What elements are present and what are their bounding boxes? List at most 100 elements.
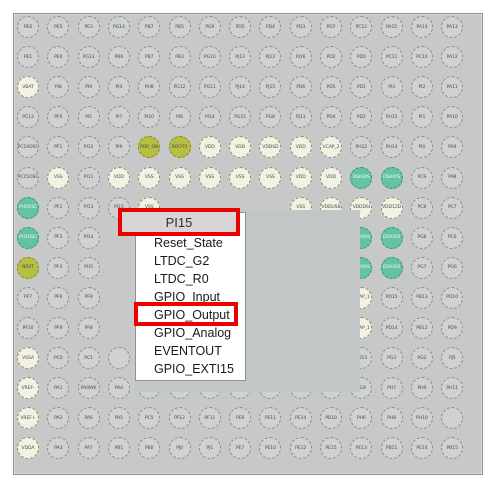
pin-ph5[interactable]: PH5 xyxy=(77,256,100,279)
pin-pb0[interactable]: PB0 xyxy=(138,437,161,460)
pin-pd4[interactable]: PD4 xyxy=(320,106,342,129)
pin-pg14[interactable]: PG14 xyxy=(107,16,130,38)
menu-item-gpio-exti15[interactable]: GPIO_EXTI15 xyxy=(154,361,234,377)
pin-pc11[interactable]: PC11 xyxy=(380,46,403,69)
pin-vref-[interactable]: VREF- xyxy=(17,377,39,400)
pin-pd2[interactable]: PD2 xyxy=(320,46,342,69)
pin-pa6[interactable]: PA6 xyxy=(77,407,100,430)
pin-pe15[interactable]: PE15 xyxy=(320,437,342,460)
pin-vss[interactable]: VSS xyxy=(168,166,191,189)
pin-pa5[interactable]: PA5 xyxy=(107,407,130,430)
pin-pi10[interactable]: PI10 xyxy=(138,106,161,129)
pin-pi1[interactable]: PI1 xyxy=(410,106,433,129)
pin-pi2[interactable]: PI2 xyxy=(410,76,433,99)
pin-pd3[interactable]: PD3 xyxy=(289,16,312,38)
pin-pd14[interactable]: PD14 xyxy=(380,317,403,339)
pin-pf10[interactable]: PF10 xyxy=(17,317,39,339)
pin-vcap-2[interactable]: VCAP_2 xyxy=(320,136,342,159)
pin-dsihos[interactable]: DSIHOS xyxy=(380,226,403,249)
pin-pb7[interactable]: PB7 xyxy=(138,16,161,38)
pin-pf11[interactable]: PF11 xyxy=(198,407,221,430)
pin-boot0[interactable]: BOOT0 xyxy=(168,136,191,159)
pin-pe9[interactable]: PE9 xyxy=(229,407,252,430)
pin-pf4[interactable]: PF4 xyxy=(47,256,70,279)
pin-pj0[interactable]: PJ0 xyxy=(168,437,191,460)
pin-pb10[interactable]: PB10 xyxy=(320,407,342,430)
pin-pf9[interactable]: PF9 xyxy=(77,286,100,309)
pin-pd15[interactable]: PD15 xyxy=(380,286,403,309)
pin-pj14[interactable]: PJ14 xyxy=(229,76,252,99)
pin-pe3[interactable]: PE3 xyxy=(77,16,100,38)
pin-dsihos[interactable]: DSIHOS xyxy=(380,256,403,279)
pin-pa14[interactable]: PA14 xyxy=(410,16,433,38)
pin-pj5[interactable]: PJ5 xyxy=(441,347,464,370)
pin-ph8[interactable]: PH8 xyxy=(380,407,403,430)
pin-blank[interactable] xyxy=(441,407,464,430)
pin-pc1[interactable]: PC1 xyxy=(77,347,100,370)
pin-pb1[interactable]: PB1 xyxy=(107,437,130,460)
pin-pi5[interactable]: PI5 xyxy=(77,106,100,129)
pin-vss[interactable]: VSS xyxy=(138,166,161,189)
pin-pf1[interactable]: PF1 xyxy=(47,136,70,159)
pin-pc5[interactable]: PC5 xyxy=(138,407,161,430)
pin-ph10[interactable]: PH10 xyxy=(410,407,433,430)
pin-pf3[interactable]: PF3 xyxy=(47,226,70,249)
pin-pf12[interactable]: PF12 xyxy=(168,407,191,430)
pin-vref-[interactable]: VREF+ xyxy=(17,407,39,430)
pin-pe7[interactable]: PE7 xyxy=(229,437,252,460)
pin-vbat[interactable]: VBAT xyxy=(17,76,39,99)
pin-pg9[interactable]: PG9 xyxy=(198,16,221,38)
pin-pd5[interactable]: PD5 xyxy=(229,16,252,38)
pin-vddsd[interactable]: VDDSD xyxy=(259,136,282,159)
pin-pd9[interactable]: PD9 xyxy=(441,317,464,339)
pin-pg12[interactable]: PG12 xyxy=(168,76,191,99)
pin-pi0[interactable]: PI0 xyxy=(410,136,433,159)
pin-pj12[interactable]: PJ12 xyxy=(259,46,282,69)
pin-nrst[interactable]: NRST xyxy=(17,256,39,279)
pin-pd5[interactable]: PD5 xyxy=(320,76,342,99)
pin-vss[interactable]: VSS xyxy=(198,166,221,189)
pin-pi6[interactable]: PI6 xyxy=(168,106,191,129)
pin-pi4[interactable]: PI4 xyxy=(107,76,130,99)
pin-pe13[interactable]: PE13 xyxy=(350,437,373,460)
pin-pi11[interactable]: PI11 xyxy=(77,166,100,189)
pin-ph15[interactable]: PH15 xyxy=(380,106,403,129)
pin-pi9[interactable]: PI9 xyxy=(77,76,100,99)
pin-pc15osc[interactable]: PC15OSC xyxy=(17,166,39,189)
menu-item-eventout[interactable]: EVENTOUT xyxy=(154,343,222,359)
pin-pg11[interactable]: PG11 xyxy=(198,76,221,99)
pin-pf2[interactable]: PF2 xyxy=(47,196,70,219)
pin-pa7[interactable]: PA7 xyxy=(77,437,100,460)
pin-pe1[interactable]: PE1 xyxy=(17,46,39,69)
pin-pe14[interactable]: PE14 xyxy=(410,437,433,460)
pin-pe6[interactable]: PE6 xyxy=(17,16,39,38)
pin-dsihos[interactable]: DSIHOS xyxy=(380,166,403,189)
pin-pa9[interactable]: PA9 xyxy=(441,136,464,159)
pin-pd0[interactable]: PD0 xyxy=(350,46,373,69)
pin-pc14osc[interactable]: PC14OSC xyxy=(17,136,39,159)
menu-item-reset-state[interactable]: Reset_State xyxy=(154,235,223,251)
pin-pg13[interactable]: PG13 xyxy=(77,46,100,69)
pin-vdd[interactable]: VDD xyxy=(289,166,312,189)
pin-ph0osc[interactable]: PH0OSC xyxy=(17,196,39,219)
pin-pc8[interactable]: PC8 xyxy=(410,196,433,219)
pin-pg2[interactable]: PG2 xyxy=(410,347,433,370)
pin-pg15[interactable]: PG15 xyxy=(229,106,252,129)
pin-pg8[interactable]: PG8 xyxy=(259,106,282,129)
pin-vdd[interactable]: VDD xyxy=(198,136,221,159)
pin-pe14[interactable]: PE14 xyxy=(289,407,312,430)
pin-pb7[interactable]: PB7 xyxy=(138,46,161,69)
pin-pg3[interactable]: PG3 xyxy=(380,347,403,370)
pin-pg10[interactable]: PG10 xyxy=(198,46,221,69)
pin-pb13[interactable]: PB13 xyxy=(410,286,433,309)
pin-vdd[interactable]: VDD xyxy=(229,136,252,159)
pin-pa15[interactable]: PA15 xyxy=(380,16,403,38)
pin-pb15[interactable]: PB15 xyxy=(441,437,464,460)
pin-pc12[interactable]: PC12 xyxy=(350,16,373,38)
pin-pj13[interactable]: PJ13 xyxy=(229,46,252,69)
menu-item-ltdc-g2[interactable]: LTDC_G2 xyxy=(154,253,209,269)
pin-pc10[interactable]: PC10 xyxy=(410,46,433,69)
pin-pa11[interactable]: PA11 xyxy=(441,76,464,99)
pin-pc0[interactable]: PC0 xyxy=(47,347,70,370)
pin-vdd[interactable]: VDD xyxy=(289,136,312,159)
